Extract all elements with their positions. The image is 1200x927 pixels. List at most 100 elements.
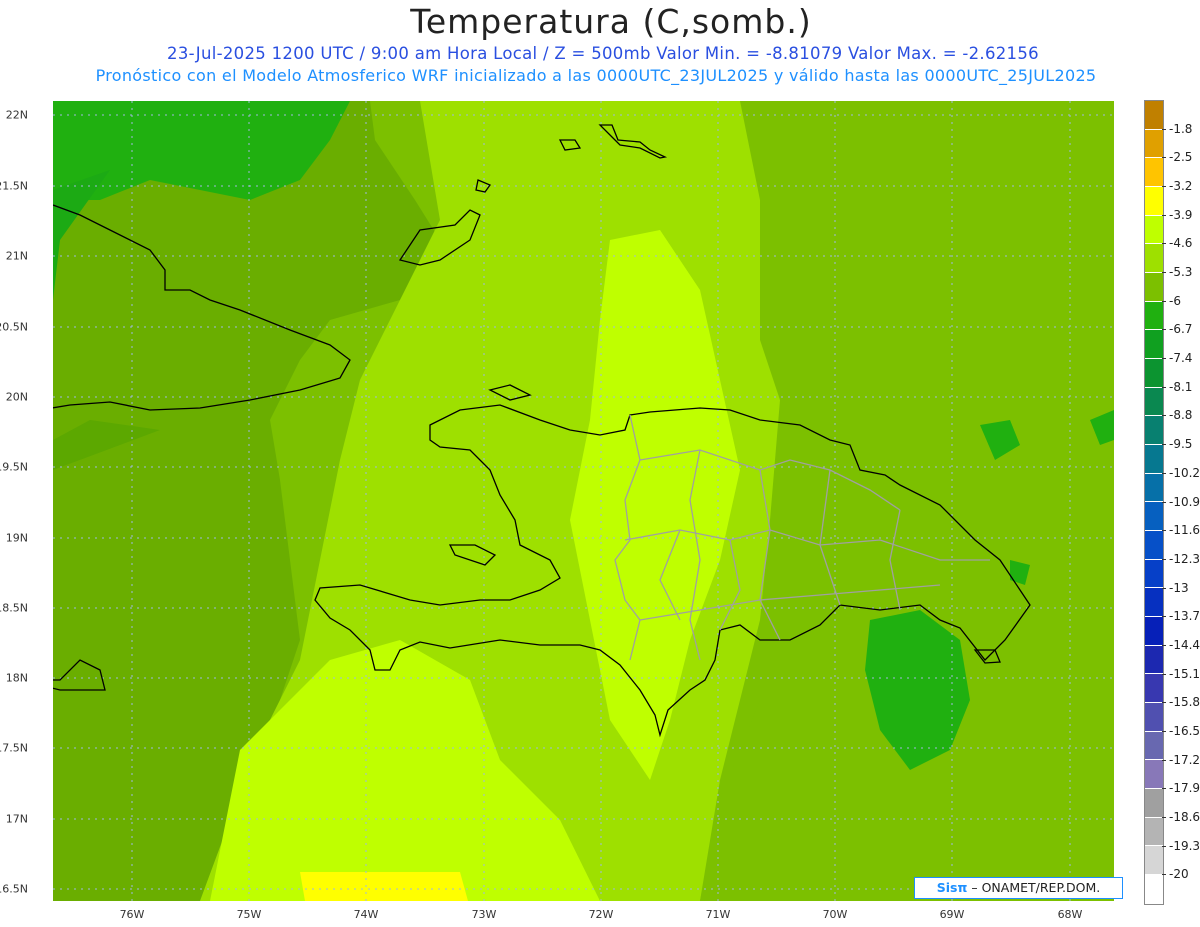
colorbar-tick <box>1162 816 1166 818</box>
colorbar-label: -8.8 <box>1169 408 1193 423</box>
colorbar-tick <box>1162 530 1166 532</box>
colorbar-label: -17.2 <box>1169 752 1200 767</box>
colorbar-label: -13.7 <box>1169 609 1200 624</box>
credit-box: Sisπ – ONAMET/REP.DOM. <box>914 877 1123 899</box>
colorbar-label: -6 <box>1169 293 1181 308</box>
colorbar-swatch <box>1145 273 1163 302</box>
colorbar-label: -3.2 <box>1169 179 1193 194</box>
colorbar-swatch <box>1145 387 1163 417</box>
colorbar-swatch <box>1145 473 1163 503</box>
colorbar-swatch <box>1145 846 1163 876</box>
lat-label: 19N <box>5 531 28 545</box>
colorbar-tick <box>1162 386 1166 388</box>
colorbar-tick <box>1162 272 1166 274</box>
colorbar-swatch <box>1145 703 1163 732</box>
colorbar-label: -12.3 <box>1169 551 1200 566</box>
colorbar-label: -17.9 <box>1169 781 1200 796</box>
colorbar-label: -10.2 <box>1169 465 1200 480</box>
lon-label: 72W <box>588 908 614 921</box>
colorbar-swatch <box>1145 588 1163 618</box>
colorbar-tick <box>1162 157 1166 159</box>
colorbar-tick <box>1162 874 1166 876</box>
colorbar-swatch <box>1145 101 1163 130</box>
colorbar-tick <box>1162 644 1166 646</box>
colorbar-tick <box>1162 300 1166 302</box>
lat-label: 16.5N <box>0 882 28 896</box>
colorbar-tick <box>1162 788 1166 790</box>
colorbar-label: -18.6 <box>1169 809 1200 824</box>
lat-label: 20N <box>5 390 28 404</box>
colorbar-swatch <box>1145 416 1163 446</box>
lon-label: 68W <box>1057 908 1083 921</box>
colorbar-tick <box>1162 730 1166 732</box>
colorbar-swatch <box>1145 301 1163 331</box>
colorbar-swatch <box>1145 617 1163 646</box>
lon-label: 74W <box>353 908 379 921</box>
colorbar-tick <box>1162 186 1166 188</box>
colorbar-swatch <box>1145 502 1163 532</box>
colorbar-tick <box>1162 444 1166 446</box>
colorbar-label: -9.5 <box>1169 437 1193 452</box>
colorbar-swatch <box>1145 531 1163 560</box>
colorbar-tick <box>1162 358 1166 360</box>
colorbar-tick <box>1162 415 1166 417</box>
lat-label: 21N <box>5 249 28 263</box>
lat-label: 18N <box>5 671 28 685</box>
colorbar-label: -3.9 <box>1169 207 1193 222</box>
colorbar-label: -20 <box>1169 867 1189 882</box>
lat-label: 20.5N <box>0 320 28 334</box>
colorbar-label: -15.8 <box>1169 695 1200 710</box>
colorbar-swatch <box>1145 817 1163 847</box>
lon-label: 76W <box>119 908 145 921</box>
colorbar-tick <box>1162 845 1166 847</box>
temperature-map <box>53 101 1114 901</box>
colorbar-label: -15.1 <box>1169 666 1200 681</box>
colorbar-tick <box>1162 472 1166 474</box>
colorbar-label: -8.1 <box>1169 379 1193 394</box>
colorbar-swatch <box>1145 359 1163 388</box>
sispi-logo-text: Sisπ <box>936 880 968 895</box>
credit-text: – ONAMET/REP.DOM. <box>967 880 1101 895</box>
colorbar-swatch <box>1145 789 1163 818</box>
lat-label: 17.5N <box>0 741 28 755</box>
colorbar-tick <box>1162 587 1166 589</box>
colorbar-labels: -1.8 -2.5 -3.2 -3.9 -4.6 -5.3 -6 -6.7 -7.4 -8.1 -8… <box>1162 100 1200 903</box>
colorbar-swatch <box>1145 731 1163 761</box>
colorbar-swatch <box>1145 129 1163 159</box>
colorbar-label: -19.3 <box>1169 838 1200 853</box>
colorbar-tick <box>1162 702 1166 704</box>
lon-label: 75W <box>236 908 262 921</box>
colorbar-swatch <box>1145 875 1163 904</box>
colorbar-swatch <box>1145 645 1163 675</box>
colorbar-label: -11.6 <box>1169 523 1200 538</box>
colorbar-swatch <box>1145 215 1163 245</box>
colorbar-label: -2.5 <box>1169 150 1193 165</box>
colorbar-tick <box>1162 214 1166 216</box>
colorbar-tick <box>1162 616 1166 618</box>
colorbar-swatch <box>1145 187 1163 216</box>
colorbar-label: -14.4 <box>1169 637 1200 652</box>
colorbar-label: -6.7 <box>1169 322 1193 337</box>
lon-label: 73W <box>471 908 497 921</box>
lat-label: 22N <box>5 108 28 122</box>
colorbar-label: -5.3 <box>1169 265 1193 280</box>
colorbar-tick <box>1162 501 1166 503</box>
colorbar-tick <box>1162 558 1166 560</box>
colorbar-swatch <box>1145 158 1163 188</box>
colorbar-swatch <box>1145 674 1163 704</box>
colorbar-label: -10.9 <box>1169 494 1200 509</box>
lat-label: 19.5N <box>0 460 28 474</box>
lon-label: 71W <box>705 908 731 921</box>
colorbar-swatch <box>1145 559 1163 589</box>
colorbar-label: -16.5 <box>1169 723 1200 738</box>
colorbar-swatch <box>1145 445 1163 474</box>
colorbar-label: -4.6 <box>1169 236 1193 251</box>
lon-label: 70W <box>822 908 848 921</box>
colorbar-swatch <box>1145 330 1163 360</box>
colorbar-label: -13 <box>1169 580 1189 595</box>
colorbar-swatch <box>1145 244 1163 274</box>
colorbar-label: -1.8 <box>1169 121 1193 136</box>
colorbar-tick <box>1162 673 1166 675</box>
lat-label: 18.5N <box>0 601 28 615</box>
colorbar-label: -7.4 <box>1169 351 1193 366</box>
